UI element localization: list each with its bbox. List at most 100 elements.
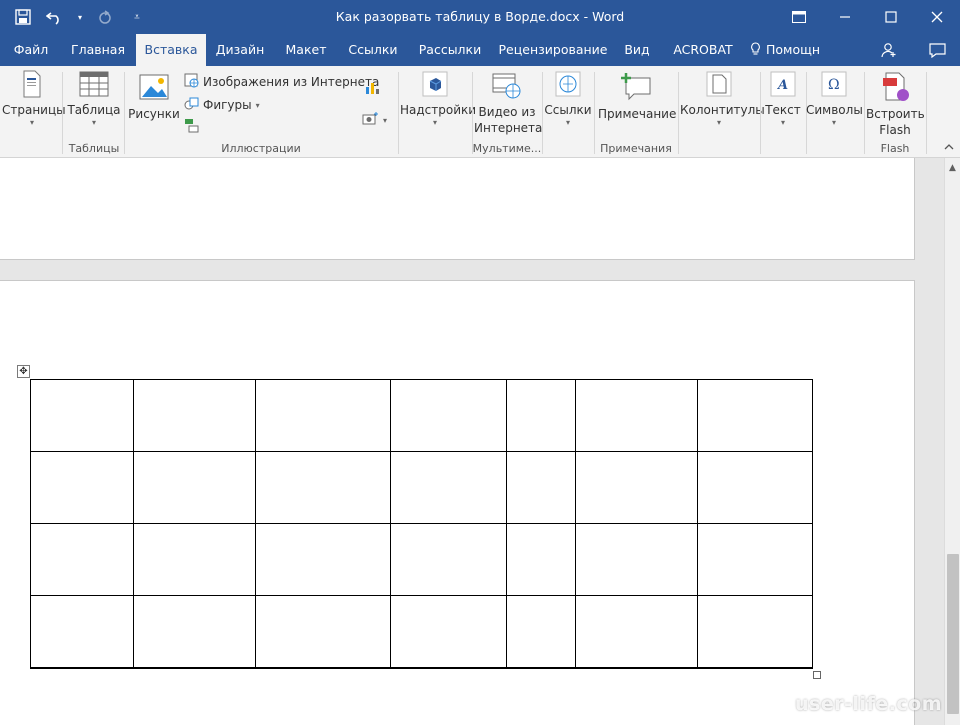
tell-me-box[interactable]: Помощн <box>750 34 830 66</box>
table-cell[interactable] <box>133 595 256 669</box>
shapes-label: Фигуры <box>203 98 252 112</box>
ribbon-insert: Страницы ▾ Таблица ▾ Таблицы Рисунки Изо… <box>0 66 960 158</box>
vertical-scrollbar[interactable]: ▲ <box>944 158 960 725</box>
chevron-down-icon: ▾ <box>831 118 836 127</box>
table-row <box>30 523 813 596</box>
table-cell[interactable] <box>255 379 391 452</box>
table-cell[interactable] <box>575 523 698 596</box>
pages-label: Страницы <box>2 103 66 117</box>
chart-button[interactable] <box>364 80 380 98</box>
pages-button[interactable]: Страницы ▾ <box>2 70 66 128</box>
comment-label: Примечание <box>598 107 677 121</box>
tab-view[interactable]: Вид <box>618 34 656 66</box>
table-cell[interactable] <box>506 451 576 524</box>
table-cell[interactable] <box>390 451 507 524</box>
pages-icon <box>22 70 42 98</box>
pictures-label: Рисунки <box>128 107 180 121</box>
table-cell[interactable] <box>575 595 698 669</box>
tab-design[interactable]: Дизайн <box>212 34 268 66</box>
table-cell[interactable] <box>255 451 391 524</box>
collapse-ribbon-icon[interactable] <box>944 142 954 153</box>
tab-layout[interactable]: Макет <box>280 34 332 66</box>
minimize-icon[interactable] <box>822 0 868 34</box>
table-cell[interactable] <box>255 595 391 669</box>
tab-mailings[interactable]: Рассылки <box>414 34 486 66</box>
chevron-down-icon: ▾ <box>780 118 785 127</box>
table-cell[interactable] <box>30 379 134 452</box>
embed-flash-button[interactable]: Встроить Flash <box>866 72 925 138</box>
screenshot-button[interactable]: ▾ <box>362 112 387 128</box>
scroll-up-icon[interactable]: ▲ <box>945 160 960 176</box>
symbols-button[interactable]: Ω Символы ▾ <box>806 70 863 128</box>
tab-review[interactable]: Рецензирование <box>498 34 608 66</box>
group-separator <box>678 72 679 154</box>
shapes-button[interactable]: Фигуры ▾ <box>184 96 260 114</box>
table-cell[interactable] <box>506 379 576 452</box>
group-label-comments: Примечания <box>600 142 672 155</box>
svg-text:Ω: Ω <box>828 77 840 93</box>
comment-button[interactable]: Примечание <box>598 72 677 122</box>
table-cell[interactable] <box>506 595 576 669</box>
tab-references[interactable]: Ссылки <box>344 34 402 66</box>
table-button[interactable]: Таблица ▾ <box>66 70 122 128</box>
online-pictures-button[interactable]: Изображения из Интернета <box>184 73 379 91</box>
chevron-down-icon: ▾ <box>91 118 96 127</box>
table-cell[interactable] <box>697 379 813 452</box>
online-video-button[interactable]: Видео из Интернета <box>474 72 543 136</box>
close-icon[interactable] <box>914 0 960 34</box>
group-separator <box>542 72 543 154</box>
links-label: Ссылки <box>544 103 592 117</box>
header-footer-button[interactable]: Колонтитулы ▾ <box>680 70 765 128</box>
table-cell[interactable] <box>506 523 576 596</box>
shapes-icon <box>184 96 199 114</box>
window-controls <box>776 0 960 34</box>
table-cell[interactable] <box>30 523 134 596</box>
table-label: Таблица <box>67 103 121 117</box>
table-cell[interactable] <box>697 595 813 669</box>
links-button[interactable]: Ссылки ▾ <box>544 70 592 128</box>
flash-icon <box>880 72 910 102</box>
maximize-icon[interactable] <box>868 0 914 34</box>
table-cell[interactable] <box>133 523 256 596</box>
header-footer-label: Колонтитулы <box>680 103 765 117</box>
table-cell[interactable] <box>390 595 507 669</box>
table-cell[interactable] <box>697 451 813 524</box>
tab-acrobat[interactable]: ACROBAT <box>668 34 738 66</box>
lightbulb-icon <box>750 34 762 66</box>
table-cell[interactable] <box>697 523 813 596</box>
tab-home[interactable]: Главная <box>64 34 132 66</box>
text-button[interactable]: A Текст ▾ <box>762 70 804 128</box>
table-cell[interactable] <box>133 379 256 452</box>
addins-button[interactable]: Надстройки ▾ <box>400 70 476 128</box>
table-cell[interactable] <box>390 523 507 596</box>
text-label: Текст <box>765 103 801 117</box>
tell-me-label: Помощн <box>765 42 821 57</box>
table-cell[interactable] <box>255 523 391 596</box>
table-cell[interactable] <box>575 379 698 452</box>
ribbon-display-options-icon[interactable] <box>776 0 822 34</box>
group-separator <box>760 72 761 154</box>
table-cell[interactable] <box>133 451 256 524</box>
word-table[interactable] <box>30 379 813 669</box>
table-cell[interactable] <box>575 451 698 524</box>
group-label-illustrations: Иллюстрации <box>221 142 301 155</box>
table-move-handle-icon[interactable]: ✥ <box>17 365 30 378</box>
page-previous[interactable] <box>0 158 915 260</box>
link-icon <box>554 70 582 98</box>
comments-icon[interactable] <box>924 38 950 62</box>
addins-icon <box>421 70 449 98</box>
share-icon[interactable] <box>876 38 902 62</box>
chevron-down-icon: ▾ <box>716 118 721 127</box>
table-cell[interactable] <box>30 595 134 669</box>
pictures-button[interactable]: Рисунки <box>128 72 180 122</box>
online-video-label-2: Интернета <box>474 121 543 135</box>
tab-insert[interactable]: Вставка <box>136 34 206 66</box>
online-video-icon <box>492 72 522 100</box>
table-cell[interactable] <box>30 451 134 524</box>
chevron-down-icon: ▾ <box>565 118 570 127</box>
scrollbar-thumb[interactable] <box>947 554 959 714</box>
tab-file[interactable]: Файл <box>6 34 56 66</box>
table-resize-handle[interactable] <box>813 671 821 679</box>
table-cell[interactable] <box>390 379 507 452</box>
smartart-button[interactable] <box>184 118 199 136</box>
